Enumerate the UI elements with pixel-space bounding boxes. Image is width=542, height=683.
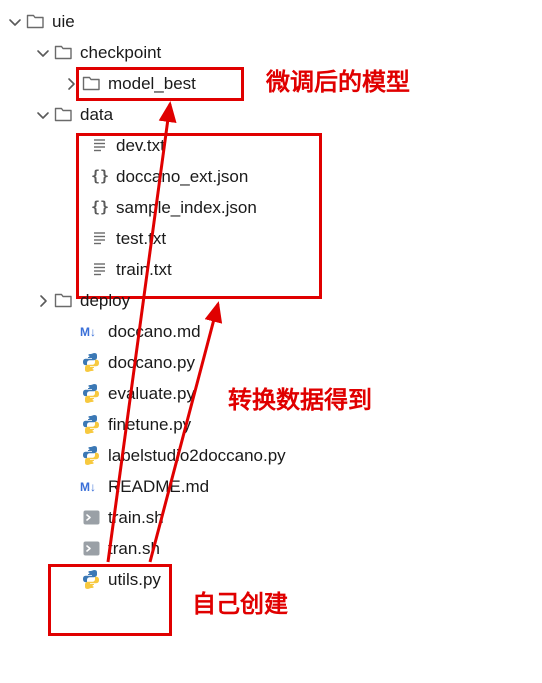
python-icon <box>80 446 102 466</box>
tree-label: tran.sh <box>108 539 160 559</box>
tree-label: labelstudio2doccano.py <box>108 446 286 466</box>
tree-item-data[interactable]: data <box>0 99 542 130</box>
tree-label: uie <box>52 12 75 32</box>
textfile-icon <box>88 136 110 156</box>
tree-label: utils.py <box>108 570 161 590</box>
tree-label: evaluate.py <box>108 384 195 404</box>
tree-label: train.txt <box>116 260 172 280</box>
tree-item-labelstudio-py[interactable]: labelstudio2doccano.py <box>0 440 542 471</box>
folder-icon <box>52 43 74 63</box>
tree-label: doccano.md <box>108 322 201 342</box>
python-icon <box>80 384 102 404</box>
tree-item-uie[interactable]: uie <box>0 6 542 37</box>
tree-label: model_best <box>108 74 196 94</box>
tree-label: train.sh <box>108 508 164 528</box>
python-icon <box>80 415 102 435</box>
tree-label: sample_index.json <box>116 198 257 218</box>
tree-label: checkpoint <box>80 43 161 63</box>
tree-item-dev-txt[interactable]: dev.txt <box>0 130 542 161</box>
folder-icon <box>24 12 46 32</box>
tree-item-deploy[interactable]: deploy <box>0 285 542 316</box>
annotation-label-sh-files: 自己创建 <box>192 584 288 619</box>
shell-icon <box>80 508 102 528</box>
tree-item-train-sh[interactable]: train.sh <box>0 502 542 533</box>
tree-item-doccano-md[interactable]: doccano.md <box>0 316 542 347</box>
tree-label: data <box>80 105 113 125</box>
folder-icon <box>52 105 74 125</box>
chevron-right-icon <box>34 292 52 310</box>
tree-item-test-txt[interactable]: test.txt <box>0 223 542 254</box>
folder-icon <box>80 74 102 94</box>
tree-label: doccano_ext.json <box>116 167 248 187</box>
folder-icon <box>52 291 74 311</box>
tree-label: doccano.py <box>108 353 195 373</box>
tree-label: test.txt <box>116 229 166 249</box>
shell-icon <box>80 539 102 559</box>
tree-item-doccano-py[interactable]: doccano.py <box>0 347 542 378</box>
annotation-label-data-files: 转换数据得到 <box>228 380 372 415</box>
tree-label: finetune.py <box>108 415 191 435</box>
tree-item-doccano-ext-json[interactable]: doccano_ext.json <box>0 161 542 192</box>
annotation-label-model-best: 微调后的模型 <box>266 62 410 97</box>
tree-item-tran-sh[interactable]: tran.sh <box>0 533 542 564</box>
tree-item-sample-index-json[interactable]: sample_index.json <box>0 192 542 223</box>
chevron-right-icon <box>62 75 80 93</box>
tree-label: deploy <box>80 291 130 311</box>
tree-item-train-txt[interactable]: train.txt <box>0 254 542 285</box>
markdown-icon <box>80 322 102 342</box>
chevron-down-icon <box>34 106 52 124</box>
textfile-icon <box>88 229 110 249</box>
tree-label: dev.txt <box>116 136 165 156</box>
textfile-icon <box>88 260 110 280</box>
json-icon <box>88 198 110 218</box>
tree-label: README.md <box>108 477 209 497</box>
markdown-icon <box>80 477 102 497</box>
tree-item-readme-md[interactable]: README.md <box>0 471 542 502</box>
chevron-down-icon <box>34 44 52 62</box>
python-icon <box>80 353 102 373</box>
python-icon <box>80 570 102 590</box>
chevron-down-icon <box>6 13 24 31</box>
json-icon <box>88 167 110 187</box>
